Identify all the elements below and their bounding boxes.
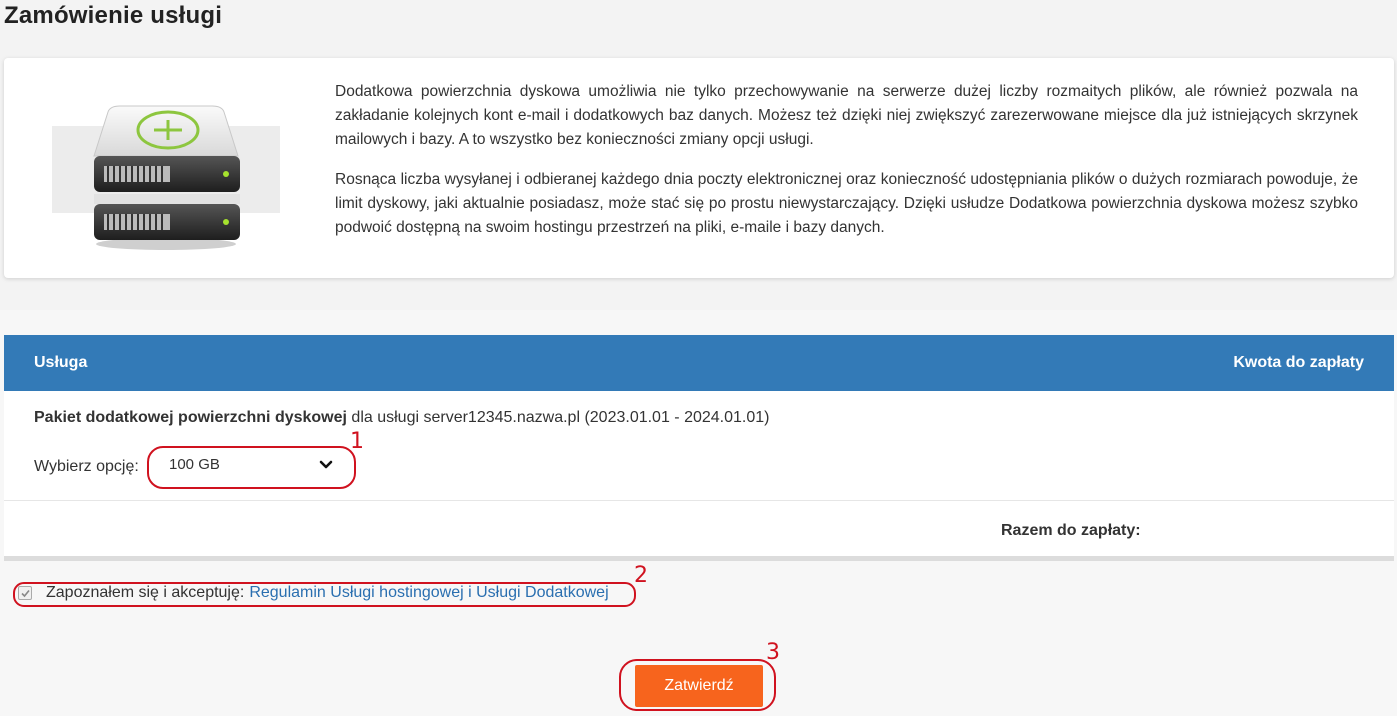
description-paragraph: Rosnąca liczba wysyłanej i odbieranej ka… [335, 171, 1358, 236]
terms-text: Zapoznałem się i akceptuję: [46, 584, 245, 601]
service-description: Dodatkowa powierzchnia dyskowa umożliwia… [335, 80, 1358, 240]
total-label: Razem do zapłaty: [1001, 522, 1141, 539]
option-selected-value: 100 GB [169, 456, 220, 473]
disk-add-icon [48, 94, 280, 254]
column-header-amount: Kwota do zapłaty [1233, 354, 1364, 371]
description-paragraph: Dodatkowa powierzchnia dyskowa umożliwia… [335, 83, 1358, 148]
order-table: Usługa Kwota do zapłaty Pakiet dodatkowe… [4, 335, 1394, 561]
submit-button[interactable]: Zatwierdź [635, 665, 763, 707]
service-details: dla usługi server12345.nazwa.pl (2023.01… [346, 409, 770, 426]
table-header: Usługa Kwota do zapłaty [4, 335, 1394, 391]
option-select[interactable]: 100 GB [159, 449, 345, 481]
page-title: Zamówienie usługi [4, 2, 223, 29]
service-row: Pakiet dodatkowej powierzchni dyskowej d… [4, 391, 1394, 501]
service-summary: Pakiet dodatkowej powierzchni dyskowej d… [34, 409, 769, 427]
column-header-service: Usługa [34, 354, 88, 371]
chevron-down-icon [319, 460, 333, 469]
service-info-card: Dodatkowa powierzchnia dyskowa umożliwia… [4, 58, 1394, 278]
terms-row: Zapoznałem się i akceptuję: Regulamin Us… [18, 584, 609, 602]
service-name: Pakiet dodatkowej powierzchni dyskowej [34, 409, 347, 426]
option-label: Wybierz opcję: [34, 458, 139, 475]
checkmark-icon [21, 589, 30, 598]
terms-checkbox[interactable] [18, 586, 32, 600]
order-panel: Usługa Kwota do zapłaty Pakiet dodatkowe… [0, 310, 1397, 716]
terms-link[interactable]: Regulamin Usługi hostingowej i Usługi Do… [249, 584, 608, 602]
total-row: Razem do zapłaty: [4, 501, 1394, 556]
